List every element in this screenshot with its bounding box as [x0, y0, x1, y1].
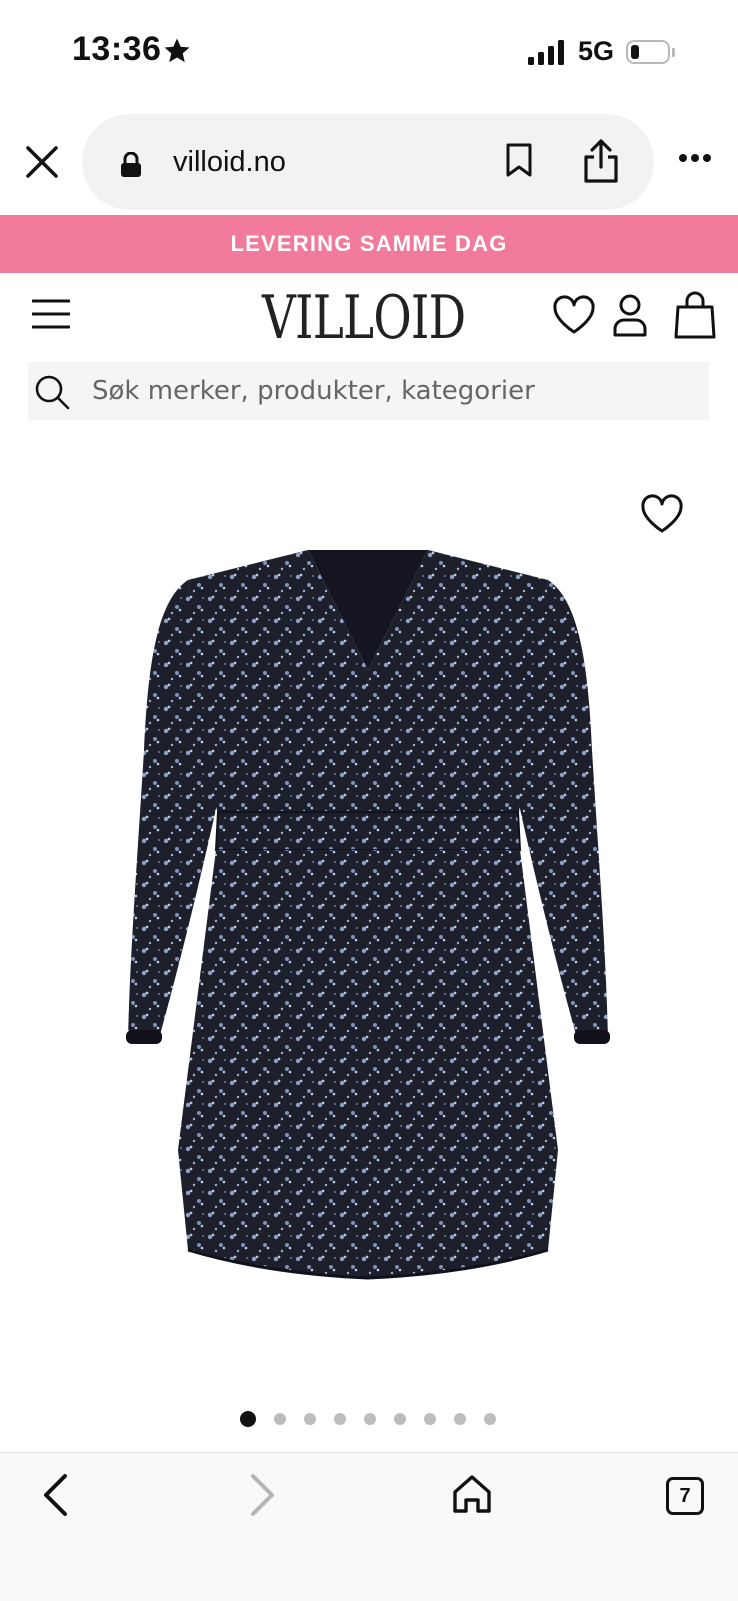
- carousel-dot[interactable]: [484, 1413, 496, 1425]
- carousel-dot[interactable]: [334, 1413, 346, 1425]
- menu-icon[interactable]: [32, 298, 70, 330]
- status-time: 13:36: [72, 30, 162, 68]
- forward-icon[interactable]: [248, 1472, 278, 1518]
- star-icon: [164, 38, 190, 63]
- carousel-dot[interactable]: [454, 1413, 466, 1425]
- bag-icon[interactable]: [674, 291, 716, 339]
- tab-count: 7: [679, 1484, 691, 1507]
- url-text[interactable]: villoid.no: [173, 146, 286, 179]
- product-image[interactable]: [118, 550, 618, 1310]
- tabs-icon[interactable]: 7: [666, 1477, 704, 1515]
- site-logo[interactable]: VILLOID: [262, 283, 466, 353]
- battery-icon: [626, 40, 670, 64]
- share-icon[interactable]: [582, 138, 620, 184]
- more-icon[interactable]: [678, 153, 712, 163]
- lock-icon: [121, 152, 141, 177]
- promo-banner-text: LEVERING SAMME DAG: [230, 231, 508, 256]
- browser-toolbar: [0, 1452, 738, 1601]
- carousel-dot[interactable]: [240, 1411, 256, 1427]
- back-icon[interactable]: [40, 1472, 70, 1518]
- promo-banner[interactable]: LEVERING SAMME DAG: [0, 215, 738, 273]
- carousel-dot[interactable]: [394, 1413, 406, 1425]
- carousel-dot[interactable]: [424, 1413, 436, 1425]
- carousel-dot[interactable]: [274, 1413, 286, 1425]
- carousel-dot[interactable]: [304, 1413, 316, 1425]
- home-icon[interactable]: [452, 1474, 492, 1514]
- close-icon[interactable]: [22, 142, 62, 182]
- signal-icon: [528, 40, 564, 65]
- heart-icon[interactable]: [552, 295, 596, 335]
- search-input[interactable]: [92, 362, 692, 420]
- user-icon[interactable]: [612, 293, 648, 337]
- battery-tip: [672, 48, 675, 57]
- bookmark-icon[interactable]: [505, 143, 533, 177]
- image-carousel-dots[interactable]: [240, 1411, 514, 1427]
- network-label: 5G: [578, 36, 615, 66]
- carousel-dot[interactable]: [364, 1413, 376, 1425]
- address-bar[interactable]: [82, 114, 654, 210]
- search-icon[interactable]: [34, 374, 70, 410]
- wishlist-heart-icon[interactable]: [640, 494, 684, 534]
